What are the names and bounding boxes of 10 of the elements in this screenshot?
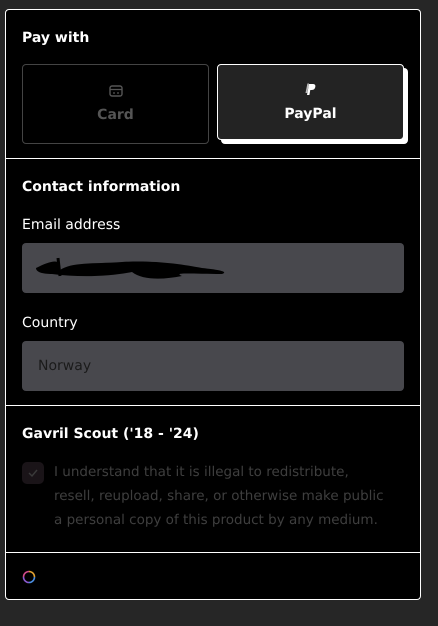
input-field[interactable]	[22, 243, 404, 293]
section-title: Pay with	[22, 30, 90, 46]
section-title: Contact information	[22, 179, 182, 195]
payment-method-tab[interactable]: Card	[22, 64, 209, 144]
section-title: Gavril Scout ('18 - '24)	[22, 426, 200, 442]
field-label: Country	[22, 315, 79, 331]
credit-card-icon	[108, 85, 122, 97]
paypal-logo-icon	[305, 82, 316, 96]
field-label: Email address	[22, 217, 122, 233]
agreement-text: I understand that it is illegal to redistribute, resell, reupload, share, or otherwise make public a personal copy of this product by any medium.	[54, 463, 385, 530]
